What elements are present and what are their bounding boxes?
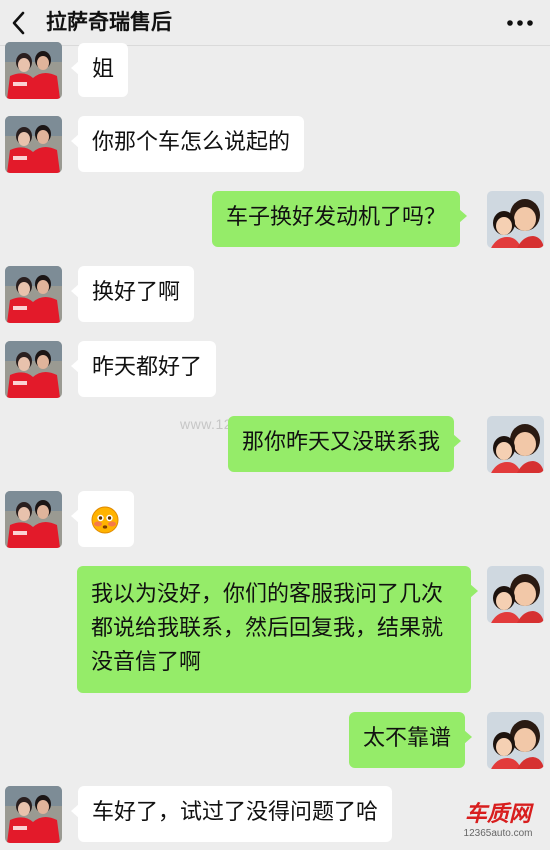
avatar-other[interactable] — [5, 266, 62, 323]
avatar-self[interactable] — [487, 416, 544, 473]
avatar-other[interactable] — [5, 116, 62, 173]
message-text: 我以为没好，你们的客服我问了几次都说给我联系，然后回复我，结果就没音信了啊 — [91, 582, 444, 675]
site-logo: 车质网 12365auto.com — [452, 802, 544, 846]
avatar-other[interactable] — [5, 341, 62, 398]
message-bubble-other: 昨天都好了 — [70, 341, 217, 397]
message-text: 昨天都好了 — [92, 355, 203, 380]
chat-title: 拉萨奇瑞售后 — [46, 10, 172, 34]
avatar-other[interactable] — [5, 491, 62, 548]
message-text: 那你昨天又没联系我 — [242, 430, 441, 455]
message-text: 你那个车怎么说起的 — [92, 130, 291, 155]
avatar-other[interactable] — [5, 786, 62, 843]
chevron-left-icon — [12, 11, 25, 35]
message-bubble-self: 我以为没好，你们的客服我问了几次都说给我联系，然后回复我，结果就没音信了啊 — [77, 566, 478, 693]
avatar-self[interactable] — [487, 566, 544, 623]
message-bubble-self: 那你昨天又没联系我 — [228, 416, 462, 472]
message-bubble-other: 你那个车怎么说起的 — [70, 116, 305, 172]
message-text: 换好了啊 — [92, 280, 181, 305]
logo-name: 车质网 — [464, 802, 531, 827]
logo-url: 12365auto.com — [463, 828, 533, 839]
message-text: 姐 — [92, 57, 115, 82]
message-bubble-other — [71, 491, 134, 547]
avatar-other[interactable] — [5, 42, 62, 99]
message-bubble-other: 姐 — [70, 43, 129, 97]
message-text: 太不靠谱 — [363, 726, 452, 751]
avatar-self[interactable] — [487, 191, 544, 248]
avatar-self[interactable] — [487, 712, 544, 769]
message-bubble-self: 车子换好发动机了吗？ — [212, 191, 468, 247]
flushed-face-emoji-icon — [91, 506, 119, 534]
message-bubble-self: 太不靠谱 — [349, 712, 473, 768]
more-button[interactable] — [502, 10, 538, 36]
message-bubble-other: 换好了啊 — [70, 266, 195, 322]
chat-header: 拉萨奇瑞售后 — [0, 0, 550, 46]
back-button[interactable] — [6, 8, 36, 38]
message-text: 车子换好发动机了吗？ — [226, 205, 447, 230]
message-text: 车好了，试过了没得问题了哈 — [92, 800, 379, 825]
message-bubble-other: 车好了，试过了没得问题了哈 — [70, 786, 393, 842]
more-dots-icon — [507, 20, 533, 26]
